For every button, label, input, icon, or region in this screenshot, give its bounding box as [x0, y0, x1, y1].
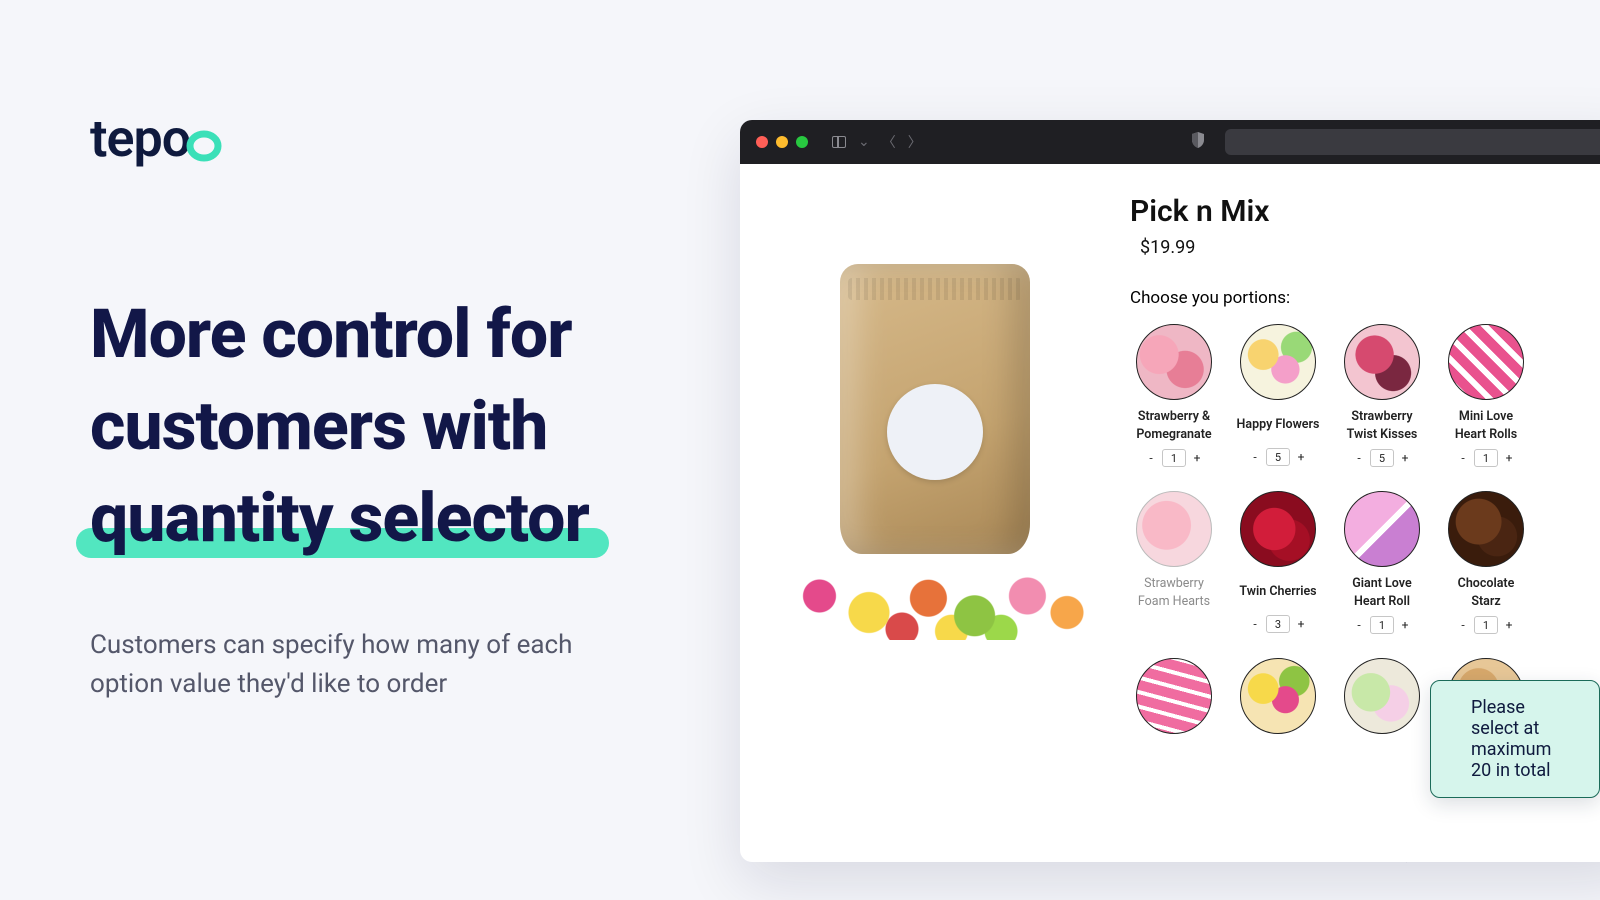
quantity-stepper: -1 +: [1338, 616, 1426, 634]
brand-logo: tepo: [90, 108, 730, 169]
option-item: Mini Love Heart Rolls -1 +: [1442, 324, 1530, 467]
option-item: Strawberry Twist Kisses -5 +: [1338, 324, 1426, 467]
qty-value[interactable]: 1: [1474, 616, 1498, 634]
headline: More control for customers with quantity…: [90, 289, 730, 564]
qty-increase-button[interactable]: +: [1294, 450, 1308, 464]
qty-value[interactable]: 1: [1370, 616, 1394, 634]
quantity-stepper: -5 +: [1338, 449, 1426, 467]
quantity-stepper: -1 +: [1442, 616, 1530, 634]
option-swatch[interactable]: [1136, 491, 1212, 567]
option-item: Twin Cherries -3 +: [1234, 491, 1322, 634]
brand-ring-icon: [186, 114, 224, 175]
qty-value[interactable]: 1: [1474, 449, 1498, 467]
option-name: Happy Flowers: [1234, 408, 1322, 442]
option-swatch[interactable]: [1344, 324, 1420, 400]
qty-increase-button[interactable]: +: [1398, 451, 1412, 465]
headline-line-2: customers with: [90, 381, 730, 473]
product-price: $19.99: [1140, 237, 1600, 258]
sidebar-toggle-icon[interactable]: [832, 136, 846, 148]
option-name: Strawberry Twist Kisses: [1338, 408, 1426, 443]
option-name: Strawberry Foam Hearts: [1130, 575, 1218, 610]
nav-forward-icon[interactable]: 〉: [908, 132, 922, 152]
option-name: Chocolate Starz: [1442, 575, 1530, 610]
qty-decrease-button[interactable]: -: [1456, 451, 1470, 465]
option-item: Strawberry Foam Hearts: [1130, 491, 1218, 634]
qty-decrease-button[interactable]: -: [1352, 618, 1366, 632]
qty-decrease-button[interactable]: -: [1456, 618, 1470, 632]
option-swatch[interactable]: [1240, 324, 1316, 400]
quantity-stepper: -5 +: [1234, 448, 1322, 466]
subheadline: Customers can specify how many of each o…: [90, 626, 630, 704]
brand-name: tepo: [90, 108, 190, 169]
option-item: [1130, 658, 1218, 742]
option-item: [1338, 658, 1426, 742]
option-name: Strawberry & Pomegranate: [1130, 408, 1218, 443]
nav-back-icon[interactable]: 〈: [882, 132, 896, 152]
option-item: [1234, 658, 1322, 742]
qty-value[interactable]: 5: [1370, 449, 1394, 467]
product-title: Pick n Mix: [1130, 194, 1600, 229]
option-swatch[interactable]: [1344, 658, 1420, 734]
option-item: Strawberry & Pomegranate -1 +: [1130, 324, 1218, 467]
option-swatch[interactable]: [1240, 491, 1316, 567]
option-swatch[interactable]: [1136, 658, 1212, 734]
qty-decrease-button[interactable]: -: [1144, 451, 1158, 465]
privacy-shield-icon[interactable]: [1191, 132, 1205, 152]
option-name: Mini Love Heart Rolls: [1442, 408, 1530, 443]
option-swatch[interactable]: [1136, 324, 1212, 400]
selection-hint: Please select at maximum 20 in total: [1430, 680, 1600, 798]
address-bar[interactable]: [1225, 129, 1600, 155]
option-swatch[interactable]: [1448, 491, 1524, 567]
maximize-window-icon[interactable]: [796, 136, 808, 148]
qty-increase-button[interactable]: +: [1502, 618, 1516, 632]
option-swatch[interactable]: [1344, 491, 1420, 567]
qty-value[interactable]: 1: [1162, 449, 1186, 467]
choose-label: Choose you portions:: [1130, 288, 1600, 308]
quantity-stepper: -3 +: [1234, 615, 1322, 633]
qty-value[interactable]: 5: [1266, 448, 1290, 466]
qty-increase-button[interactable]: +: [1398, 618, 1412, 632]
qty-decrease-button[interactable]: -: [1248, 617, 1262, 631]
quantity-stepper: -1 +: [1442, 449, 1530, 467]
headline-highlight: quantity selector: [90, 478, 589, 558]
qty-value[interactable]: 3: [1266, 615, 1290, 633]
browser-titlebar: ⌄ 〈 〉: [740, 120, 1600, 164]
qty-decrease-button[interactable]: -: [1352, 451, 1366, 465]
qty-increase-button[interactable]: +: [1502, 451, 1516, 465]
option-name: Giant Love Heart Roll: [1338, 575, 1426, 610]
product-image: [770, 264, 1100, 644]
headline-line-1: More control for: [90, 289, 730, 381]
quantity-stepper: -1 +: [1130, 449, 1218, 467]
option-item: Happy Flowers -5 +: [1234, 324, 1322, 467]
chevron-down-icon[interactable]: ⌄: [858, 134, 870, 150]
qty-decrease-button[interactable]: -: [1248, 450, 1262, 464]
option-item: Chocolate Starz -1 +: [1442, 491, 1530, 634]
qty-increase-button[interactable]: +: [1294, 617, 1308, 631]
minimize-window-icon[interactable]: [776, 136, 788, 148]
option-name: Twin Cherries: [1234, 575, 1322, 609]
option-item: Giant Love Heart Roll -1 +: [1338, 491, 1426, 634]
qty-increase-button[interactable]: +: [1190, 451, 1204, 465]
close-window-icon[interactable]: [756, 136, 768, 148]
option-swatch[interactable]: [1448, 324, 1524, 400]
option-swatch[interactable]: [1240, 658, 1316, 734]
